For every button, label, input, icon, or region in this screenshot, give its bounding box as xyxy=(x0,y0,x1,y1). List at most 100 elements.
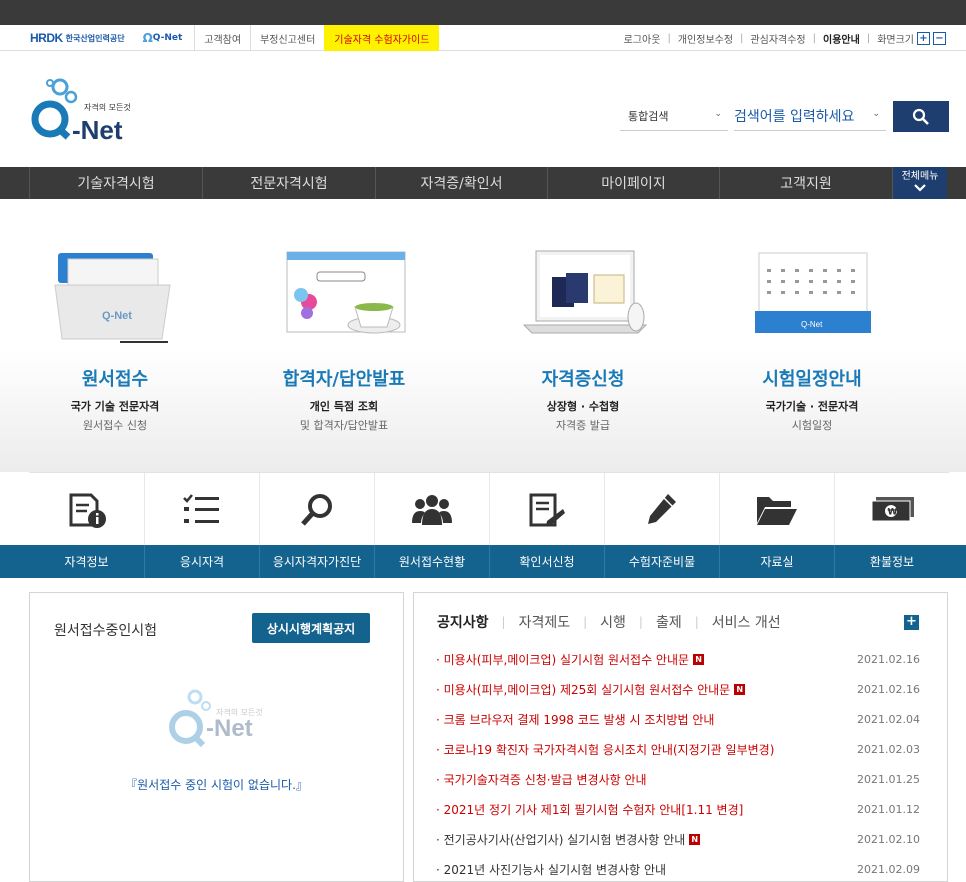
qnet-mini-logo[interactable]: Ω Q-Net xyxy=(143,31,183,45)
svg-text:Q-Net: Q-Net xyxy=(801,320,823,329)
hero-title: 자격증신청 xyxy=(541,369,625,390)
nav-support[interactable]: 고객지원 xyxy=(719,167,893,199)
application-panel-title: 원서접수중인시험 xyxy=(54,623,158,639)
quick-qualification-info[interactable]: 자격정보 xyxy=(29,545,144,578)
folder-illustration-icon: Q-Net xyxy=(54,253,171,343)
hrdk-logo-sub[interactable]: 한국산업인력공단 xyxy=(66,33,125,44)
search-button[interactable] xyxy=(893,101,949,132)
quick-archive[interactable]: 자료실 xyxy=(719,545,834,578)
usage-guide-link[interactable]: 이용안내 xyxy=(823,31,860,46)
divider: | xyxy=(583,615,588,629)
notice-row[interactable]: · 전기공사기사(산업기사) 실기시험 변경사항 안내 N 2021.02.10 xyxy=(436,829,926,849)
magnifier-icon xyxy=(301,493,332,526)
quick-icon-cell[interactable] xyxy=(29,473,144,546)
examinee-guide-link[interactable]: 기술자격 수험자가이드 xyxy=(324,25,440,51)
users-group-icon xyxy=(412,494,452,525)
money-refund-icon: ₩ xyxy=(871,496,914,521)
hero-card-application[interactable]: Q-Net 원서접수 국가 기술 전문자격 원서접수 신청 xyxy=(0,199,230,472)
hero-sub1: 국가기술 · 전문자격 xyxy=(765,400,859,413)
nav-mypage[interactable]: 마이페이지 xyxy=(547,167,719,199)
application-panel: 원서접수중인시험 상시시행계획공지 자격의 모든것 -Net 『원서접수 중인 … xyxy=(29,592,404,882)
notice-title: · 미용사(피부,메이크업) 제25회 실기시험 원서접수 안내문 xyxy=(436,682,731,697)
notice-date: 2021.01.12 xyxy=(857,802,920,816)
hrdk-logo[interactable]: HRDK xyxy=(30,31,63,45)
hero-title: 원서접수 xyxy=(81,369,149,390)
quick-confirmation-request[interactable]: 확인서신청 xyxy=(489,545,604,578)
q-icon: Ω xyxy=(142,31,153,45)
quick-icon-cell[interactable] xyxy=(144,473,259,546)
util-link-customer[interactable]: 고객참여 xyxy=(194,25,250,51)
logo-name: -Net xyxy=(72,115,123,145)
quick-self-diagnosis[interactable]: 응시자격자가진단 xyxy=(259,545,374,578)
interest-edit-link[interactable]: 관심자격수정 xyxy=(750,31,805,46)
hero-sub1: 상장형 · 수첩형 xyxy=(546,400,620,413)
browser-top-strip xyxy=(0,0,966,25)
notice-date: 2021.01.25 xyxy=(857,772,920,786)
notice-date: 2021.02.16 xyxy=(857,652,920,666)
tab-execution[interactable]: 시행 xyxy=(600,612,626,632)
search-placeholder: 검색어를 입력하세요 xyxy=(734,108,855,125)
all-menu-button[interactable]: 전체메뉴 xyxy=(893,167,947,199)
regular-exam-plan-button[interactable]: 상시시행계획공지 xyxy=(252,613,370,643)
qnet-logo[interactable]: 자격의 모든것 -Net xyxy=(28,75,138,145)
notice-row[interactable]: · 2021년 정기 기사 제1회 필기시험 수험자 안내[1.11 변경] 2… xyxy=(436,799,926,819)
tab-question[interactable]: 출제 xyxy=(656,612,682,632)
document-info-icon xyxy=(69,493,106,528)
notice-row[interactable]: · 국가기술자격증 신청·발급 변경사항 안내 2021.01.25 xyxy=(436,769,926,789)
divider: | xyxy=(638,615,643,629)
nav-certificate[interactable]: 자격증/확인서 xyxy=(375,167,547,199)
notice-title: · 전기공사기사(산업기사) 실기시험 변경사항 안내 xyxy=(436,832,686,847)
chevron-down-icon: ⌄ xyxy=(714,109,722,119)
tab-service[interactable]: 서비스 개선 xyxy=(712,612,781,632)
more-notices-button[interactable]: + xyxy=(904,615,919,630)
quick-icon-cell[interactable] xyxy=(719,473,834,546)
chevron-down-icon xyxy=(914,184,926,192)
logout-link[interactable]: 로그아웃 xyxy=(624,31,661,46)
search-scope-select[interactable]: 통합검색 ⌄ xyxy=(620,101,728,131)
quick-refund-info[interactable]: 환불정보 xyxy=(834,545,949,578)
notice-date: 2021.02.09 xyxy=(857,862,920,876)
notice-row[interactable]: · 크롬 브라우저 결제 1998 코드 발생 시 조치방법 안내 2021.0… xyxy=(436,709,926,729)
quick-icon-cell[interactable] xyxy=(374,473,489,546)
hero-card-results[interactable]: 합격자/답안발표 개인 득점 조회 및 합격자/답안발표 xyxy=(229,199,459,472)
zoom-in-button[interactable]: + xyxy=(917,31,930,45)
hero-card-schedule[interactable]: Q-Net 시험일정안내 국가기술 · 전문자격 시험일정 xyxy=(697,199,927,472)
quick-icon-cell[interactable]: ₩ xyxy=(834,473,949,546)
tab-system[interactable]: 자격제도 xyxy=(519,612,571,632)
all-menu-label: 전체메뉴 xyxy=(901,171,939,182)
hero-sub2: 시험일정 xyxy=(791,419,833,432)
nav-professional-qualification[interactable]: 전문자격시험 xyxy=(202,167,375,199)
search-input[interactable]: 검색어를 입력하세요 ⌄ xyxy=(734,101,886,131)
divider: | xyxy=(812,32,816,44)
notice-row[interactable]: · 2021년 사진기능사 실기시험 변경사항 안내 2021.02.09 xyxy=(436,859,926,879)
notice-row[interactable]: · 미용사(피부,메이크업) 제25회 실기시험 원서접수 안내문 N 2021… xyxy=(436,679,926,699)
hero-card-certificate[interactable]: 자격증신청 상장형 · 수첩형 자격증 발급 xyxy=(468,199,698,472)
quick-icon-cell[interactable] xyxy=(489,473,604,546)
quick-examinee-supplies[interactable]: 수험자준비물 xyxy=(604,545,719,578)
quick-icon-cell[interactable] xyxy=(259,473,374,546)
browser-illustration-icon xyxy=(286,251,406,334)
notice-row[interactable]: · 코로나19 확진자 국가자격시험 응시조치 안내(지정기관 일부변경) 20… xyxy=(436,739,926,759)
quick-application-status[interactable]: 원서접수현황 xyxy=(374,545,489,578)
zoom-out-button[interactable]: − xyxy=(933,31,946,45)
tab-notice[interactable]: 공지사항 xyxy=(437,612,489,632)
pencil-icon xyxy=(648,493,676,524)
quick-icons-row: ₩ xyxy=(29,472,949,546)
notice-row[interactable]: · 미용사(피부,메이크업) 실기시험 원서접수 안내문 N 2021.02.1… xyxy=(436,649,926,669)
nav-tech-qualification[interactable]: 기술자격시험 xyxy=(29,167,202,199)
document-edit-icon xyxy=(529,493,565,526)
divider: | xyxy=(740,32,744,44)
calendar-illustration-icon: Q-Net xyxy=(755,252,871,333)
utility-right: 로그아웃 | 개인정보수정 | 관심자격수정 | 이용안내 | 화면크기 + − xyxy=(624,25,946,51)
hero-sub2: 원서접수 신청 xyxy=(82,419,148,432)
hero-sub1: 국가 기술 전문자격 xyxy=(70,400,160,413)
divider: | xyxy=(501,615,506,629)
notice-date: 2021.02.04 xyxy=(857,712,920,726)
svg-text:Q-Net: Q-Net xyxy=(102,310,132,322)
util-link-report[interactable]: 부정신고센터 xyxy=(250,25,324,51)
edit-profile-link[interactable]: 개인정보수정 xyxy=(678,31,733,46)
search-scope-value: 통합검색 xyxy=(628,109,669,123)
quick-eligibility[interactable]: 응시자격 xyxy=(144,545,259,578)
quick-icon-cell[interactable] xyxy=(604,473,719,546)
divider: | xyxy=(667,32,671,44)
